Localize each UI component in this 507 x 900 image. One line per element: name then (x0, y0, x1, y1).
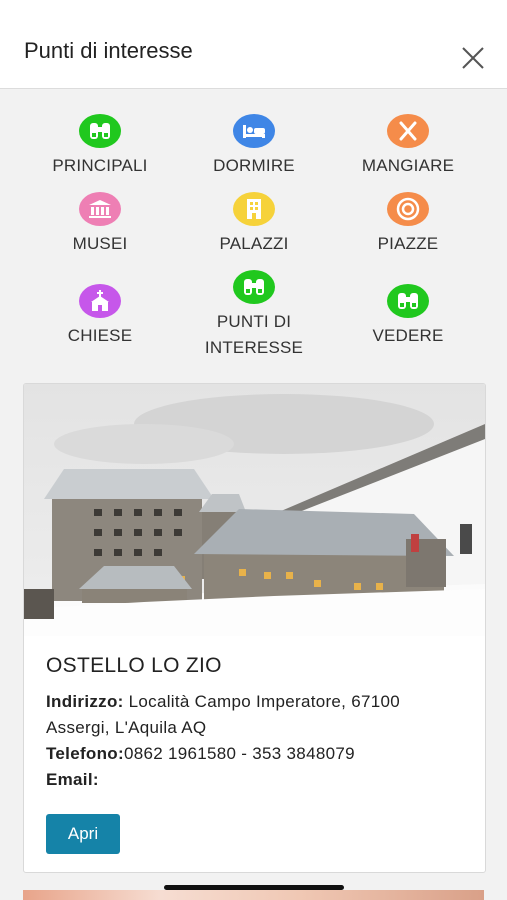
email-label: Email: (46, 770, 99, 789)
header-bar: Punti di interesse (0, 0, 507, 89)
poi-info: Indirizzo: Località Campo Imperatore, 67… (46, 689, 466, 793)
target-icon (387, 192, 429, 226)
next-card-preview (23, 890, 484, 900)
poi-card: OSTELLO LO ZIO Indirizzo: Località Campo… (23, 383, 486, 873)
address-row: Indirizzo: Località Campo Imperatore, 67… (46, 689, 466, 741)
phone-value[interactable]: 0862 1961580 - 353 3848079 (124, 744, 355, 763)
museum-icon (79, 192, 121, 226)
binoculars-icon (233, 270, 275, 304)
category-label: PRINCIPALI (52, 156, 148, 175)
category-label: PALAZZI (219, 234, 289, 253)
poi-title: OSTELLO LO ZIO (46, 654, 222, 677)
close-icon[interactable] (460, 45, 486, 71)
category-label: PUNTI DI INTERESSE (204, 312, 304, 357)
category-mangiare[interactable]: MANGIARE (333, 114, 483, 179)
bed-icon (233, 114, 275, 148)
phone-label: Telefono: (46, 744, 124, 763)
binoculars-icon (79, 114, 121, 148)
category-chiese[interactable]: CHIESE (25, 284, 175, 349)
category-punti-di-interesse[interactable]: PUNTI DI INTERESSE (179, 270, 329, 361)
category-dormire[interactable]: DORMIRE (179, 114, 329, 179)
phone-row: Telefono:0862 1961580 - 353 3848079 (46, 741, 466, 767)
email-row: Email: (46, 767, 466, 793)
category-piazze[interactable]: PIAZZE (333, 192, 483, 257)
open-button[interactable]: Apri (46, 814, 120, 854)
hostel-photo (24, 384, 485, 636)
category-label: PIAZZE (377, 234, 439, 253)
category-label: MUSEI (72, 234, 128, 253)
category-musei[interactable]: MUSEI (25, 192, 175, 257)
category-vedere[interactable]: VEDERE (333, 284, 483, 349)
category-principali[interactable]: PRINCIPALI (25, 114, 175, 179)
category-label: DORMIRE (213, 156, 295, 175)
fork-knife-icon (387, 114, 429, 148)
building-icon (233, 192, 275, 226)
page-title: Punti di interesse (24, 38, 193, 63)
category-label: MANGIARE (361, 156, 455, 175)
category-label: VEDERE (372, 326, 444, 345)
church-icon (79, 284, 121, 318)
binoculars-icon (387, 284, 429, 318)
home-indicator[interactable] (164, 885, 344, 890)
category-palazzi[interactable]: PALAZZI (179, 192, 329, 257)
category-label: CHIESE (67, 326, 133, 345)
address-label: Indirizzo: (46, 692, 124, 711)
